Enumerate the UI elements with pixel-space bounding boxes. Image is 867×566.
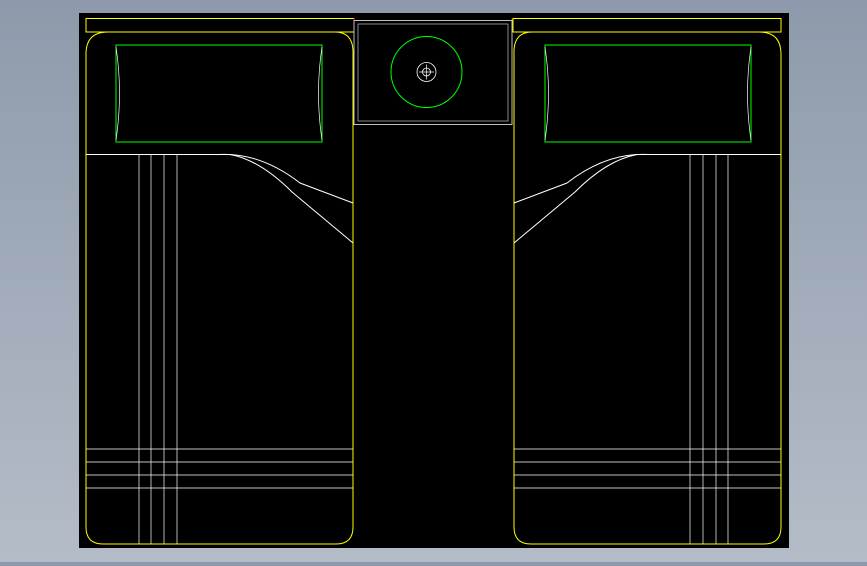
drawing-canvas bbox=[79, 13, 789, 548]
cad-drawing bbox=[79, 13, 789, 548]
cad-viewport bbox=[0, 0, 867, 562]
